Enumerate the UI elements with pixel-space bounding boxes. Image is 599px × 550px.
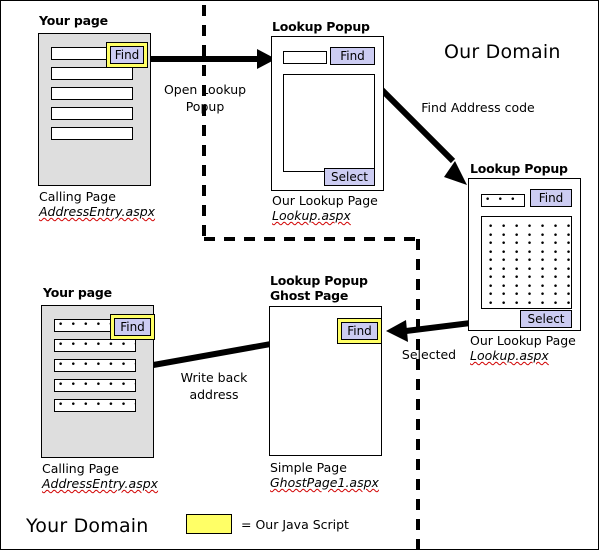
caption-calling-page-bottom: Calling Page AddressEntry.aspx: [42, 461, 158, 491]
find-button[interactable]: Find: [530, 189, 572, 207]
arrow-open-lookup-popup: [151, 49, 276, 69]
caption-lookup-popup-empty: Our Lookup Page Lookup.aspx: [272, 193, 378, 223]
node-title-calling-page-bottom: Your page: [43, 285, 112, 300]
caption-ghost-page: Simple Page GhostPage1.aspx: [270, 460, 379, 490]
flow-label-selected: Selected: [401, 347, 457, 362]
find-button-javascript-wrapper: Find: [110, 314, 155, 340]
find-button[interactable]: Find: [110, 46, 144, 64]
caption-filename: GhostPage1.aspx: [270, 475, 379, 490]
form-field[interactable]: [51, 87, 133, 100]
caption-role: Our Lookup Page: [272, 193, 378, 208]
caption-filename: Lookup.aspx: [272, 208, 351, 223]
caption-filename: Lookup.aspx: [470, 348, 549, 363]
form-field[interactable]: [51, 67, 133, 80]
results-listbox[interactable]: [283, 74, 375, 172]
form-field[interactable]: • • • • • • • •: [54, 399, 136, 412]
result-row[interactable]: • • • • • • • • • •: [482, 299, 571, 309]
flow-label-open-lookup-popup: Open Lookup Popup: [163, 82, 247, 114]
page-card-calling-page-bottom: • • • • • • • • • • • • • • • • • • • • …: [41, 305, 155, 458]
caption-filename: AddressEntry.aspx: [42, 476, 159, 491]
caption-lookup-popup-filled: Our Lookup Page Lookup.aspx: [470, 333, 576, 363]
caption-filename: AddressEntry.aspx: [39, 204, 156, 219]
form-field[interactable]: • • • • • • • •: [54, 339, 136, 352]
legend-label-javascript: = Our Java Script: [241, 517, 349, 532]
page-card-ghost-page: Find: [269, 306, 382, 456]
select-button[interactable]: Select: [324, 168, 375, 186]
find-button[interactable]: Find: [330, 47, 375, 65]
node-title-lookup-popup-filled: Lookup Popup: [470, 161, 568, 176]
page-card-lookup-popup-filled: • • • • Find • • • • • • • • • • • • • •…: [468, 178, 581, 331]
page-card-calling-page-top: Find: [38, 33, 151, 186]
caption-role: Our Lookup Page: [470, 333, 576, 348]
flow-label-find-address-code: Find Address code: [421, 100, 535, 115]
caption-role: Calling Page: [42, 461, 119, 476]
caption-role: Calling Page: [39, 189, 116, 204]
select-button[interactable]: Select: [520, 310, 572, 328]
form-field[interactable]: • • • • • • • •: [54, 379, 136, 392]
domain-title-your-domain: Your Domain: [26, 515, 149, 537]
results-listbox[interactable]: • • • • • • • • • • • • • • • • • • • • …: [481, 216, 572, 309]
search-input[interactable]: • • • •: [481, 194, 525, 207]
find-button[interactable]: Find: [114, 318, 151, 336]
flow-label-write-back-address: Write back address: [180, 370, 248, 402]
search-input[interactable]: [283, 51, 327, 64]
node-title-ghost-page: Lookup Popup Ghost Page: [270, 273, 368, 303]
find-button[interactable]: Find: [341, 322, 378, 340]
form-field[interactable]: [51, 127, 133, 140]
domain-title-our-domain: Our Domain: [444, 41, 561, 63]
form-field[interactable]: • • • • • • • •: [54, 359, 136, 372]
node-title-calling-page-top: Your page: [39, 13, 108, 28]
legend-swatch-javascript: [186, 514, 232, 534]
find-button-javascript-wrapper: Find: [337, 318, 382, 344]
diagram-canvas: Your page Find Calling Page AddressEntry…: [0, 0, 599, 550]
caption-role: Simple Page: [270, 460, 347, 475]
caption-calling-page-top: Calling Page AddressEntry.aspx: [39, 189, 155, 219]
node-title-lookup-popup-empty: Lookup Popup: [272, 19, 370, 34]
page-card-lookup-popup-empty: Find Select: [271, 36, 384, 191]
find-button-javascript-wrapper: Find: [106, 42, 148, 68]
form-field[interactable]: [51, 107, 133, 120]
